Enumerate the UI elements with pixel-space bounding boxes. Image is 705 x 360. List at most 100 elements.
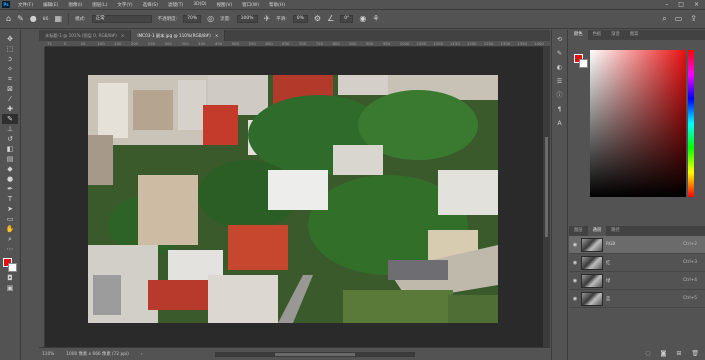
canvas-area[interactable] bbox=[45, 47, 550, 347]
menu-3d[interactable]: 3D(D) bbox=[188, 2, 211, 7]
eyedropper-tool-icon[interactable]: ⁄ bbox=[2, 94, 18, 104]
tab-patterns[interactable]: 图案 bbox=[625, 30, 644, 40]
eye-icon[interactable]: ◉ bbox=[572, 260, 578, 266]
tab-gradients[interactable]: 渐变 bbox=[606, 30, 625, 40]
color-picker-field[interactable] bbox=[590, 50, 686, 197]
smoothing-field[interactable]: 0% bbox=[292, 15, 308, 23]
character-icon[interactable]: A bbox=[555, 120, 565, 128]
hand-tool-icon[interactable]: ✋ bbox=[2, 224, 18, 234]
color-swatches[interactable] bbox=[2, 257, 18, 273]
dodge-tool-icon[interactable]: ● bbox=[2, 174, 18, 184]
menu-edit[interactable]: 编辑(E) bbox=[38, 2, 63, 8]
channel-row[interactable]: ◉ RGB Ctrl+2 bbox=[569, 236, 705, 254]
eye-icon[interactable]: ◉ bbox=[572, 278, 578, 284]
history-icon[interactable]: ⟲ bbox=[555, 36, 565, 44]
ruler-tick-label: 700 bbox=[298, 41, 307, 46]
tab-untitled[interactable]: 未标题-1 @ 101% (图层 0, RGB/8#) × bbox=[39, 30, 132, 41]
workspace-icon[interactable]: ▭ bbox=[675, 15, 683, 23]
menu-view[interactable]: 视图(V) bbox=[212, 2, 238, 8]
crop-tool-icon[interactable]: ⌗ bbox=[2, 74, 18, 84]
path-select-tool-icon[interactable]: ➤ bbox=[2, 204, 18, 214]
healing-brush-tool-icon[interactable]: ✚ bbox=[2, 104, 18, 114]
minimize-icon[interactable]: – bbox=[665, 1, 668, 8]
search-icon[interactable]: ⌕ bbox=[662, 15, 666, 23]
airbrush-icon[interactable]: ✈ bbox=[264, 15, 271, 23]
eye-icon[interactable]: ◉ bbox=[572, 296, 578, 302]
move-tool-icon[interactable]: ✥ bbox=[2, 34, 18, 44]
brush-settings-icon[interactable]: ▦ bbox=[55, 15, 63, 23]
adjustments-icon[interactable]: ◐ bbox=[555, 64, 565, 72]
tab-layers[interactable]: 图层 bbox=[569, 226, 588, 236]
background-color[interactable] bbox=[8, 263, 17, 272]
symmetry-icon[interactable]: ⚘ bbox=[372, 15, 379, 23]
clone-stamp-tool-icon[interactable]: ⊥ bbox=[2, 124, 18, 134]
rectangle-tool-icon[interactable]: ▭ bbox=[2, 214, 18, 224]
close-icon[interactable]: × bbox=[121, 30, 125, 41]
tab-channels[interactable]: 通道 bbox=[587, 226, 607, 236]
new-channel-icon[interactable]: ⊞ bbox=[676, 350, 681, 360]
screen-mode-icon[interactable]: ▣ bbox=[2, 283, 18, 293]
trash-icon[interactable]: 🗑 bbox=[691, 350, 699, 360]
brush-tool-icon[interactable]: ✎ bbox=[17, 15, 24, 23]
channel-row[interactable]: ◉ 蓝 Ctrl+5 bbox=[569, 290, 705, 308]
background-color[interactable] bbox=[579, 59, 588, 68]
angle-field[interactable]: 0° bbox=[340, 15, 354, 23]
channel-name: 红 bbox=[606, 260, 611, 266]
menu-image[interactable]: 图像(I) bbox=[63, 2, 87, 8]
blur-tool-icon[interactable]: ◆ bbox=[2, 164, 18, 174]
properties-icon[interactable]: ☰ bbox=[555, 78, 565, 86]
lasso-tool-icon[interactable]: ↄ bbox=[2, 54, 18, 64]
opacity-field[interactable]: 70% bbox=[183, 15, 202, 23]
menu-filter[interactable]: 滤镜(T) bbox=[163, 2, 188, 8]
status-arrow-icon[interactable]: › bbox=[141, 352, 143, 357]
smoothing-settings-icon[interactable]: ⚙ bbox=[314, 15, 321, 23]
ruler-tick-label: 400 bbox=[198, 41, 206, 46]
tab-paths[interactable]: 路径 bbox=[606, 226, 625, 236]
brush-tool-icon[interactable]: ✎ bbox=[2, 114, 18, 124]
hue-slider[interactable] bbox=[688, 50, 694, 197]
type-tool-icon[interactable]: T bbox=[2, 194, 18, 204]
eraser-tool-icon[interactable]: ◧ bbox=[2, 144, 18, 154]
mode-select[interactable]: 正常 bbox=[91, 15, 152, 23]
close-icon[interactable]: × bbox=[694, 1, 699, 8]
horizontal-scrollbar[interactable] bbox=[214, 351, 415, 357]
tab-imc03[interactable]: IMC03-1 副本.jpg @ 110%(RGB/8#) × bbox=[131, 30, 226, 41]
history-brush-tool-icon[interactable]: ↺ bbox=[2, 134, 18, 144]
save-selection-icon[interactable]: ◙ bbox=[661, 350, 667, 360]
channel-row[interactable]: ◉ 绿 Ctrl+4 bbox=[569, 272, 705, 290]
tab-color[interactable]: 颜色 bbox=[569, 30, 588, 40]
quick-mask-icon[interactable]: ◘ bbox=[2, 273, 18, 283]
brush-panel-icon[interactable]: ✎ bbox=[555, 50, 565, 58]
quick-select-tool-icon[interactable]: ✧ bbox=[2, 64, 18, 74]
info-icon[interactable]: ⓘ bbox=[555, 92, 565, 100]
marquee-tool-icon[interactable]: ⬚ bbox=[2, 44, 18, 54]
menu-file[interactable]: 文件(F) bbox=[13, 2, 38, 8]
pen-tool-icon[interactable]: ✒ bbox=[2, 184, 18, 194]
pressure-opacity-icon[interactable]: ◎ bbox=[207, 15, 214, 23]
more-tools-icon[interactable]: ⋯ bbox=[2, 244, 18, 254]
share-icon[interactable]: ⇪ bbox=[690, 15, 697, 23]
zoom-level[interactable]: 110% bbox=[42, 352, 54, 357]
home-icon[interactable]: ⌂ bbox=[6, 15, 11, 23]
gradient-tool-icon[interactable]: ▤ bbox=[2, 154, 18, 164]
flow-field[interactable]: 100% bbox=[236, 15, 258, 23]
close-icon[interactable]: × bbox=[215, 30, 219, 41]
brush-preset-icon[interactable]: ● bbox=[30, 15, 37, 23]
menu-type[interactable]: 文字(Y) bbox=[112, 2, 137, 8]
vertical-scrollbar[interactable] bbox=[543, 47, 550, 347]
menu-select[interactable]: 选择(S) bbox=[138, 2, 163, 8]
tab-swatches[interactable]: 色板 bbox=[588, 30, 607, 40]
load-selection-icon[interactable]: ◌ bbox=[645, 350, 650, 360]
channel-row[interactable]: ◉ 红 Ctrl+3 bbox=[569, 254, 705, 272]
eye-icon[interactable]: ◉ bbox=[572, 242, 578, 248]
pressure-size-icon[interactable]: ◉ bbox=[359, 15, 366, 23]
menu-layer[interactable]: 图层(L) bbox=[87, 2, 112, 8]
menu-help[interactable]: 帮助(H) bbox=[264, 2, 290, 8]
menu-window[interactable]: 窗口(W) bbox=[237, 2, 264, 8]
maximize-icon[interactable]: □ bbox=[678, 1, 684, 8]
paragraph-icon[interactable]: ¶ bbox=[555, 106, 565, 114]
ruler-tick-label: 500 bbox=[231, 41, 240, 46]
zoom-tool-icon[interactable]: ⌕ bbox=[2, 234, 18, 244]
document-image[interactable] bbox=[88, 75, 498, 323]
frame-tool-icon[interactable]: ⊠ bbox=[2, 84, 18, 94]
